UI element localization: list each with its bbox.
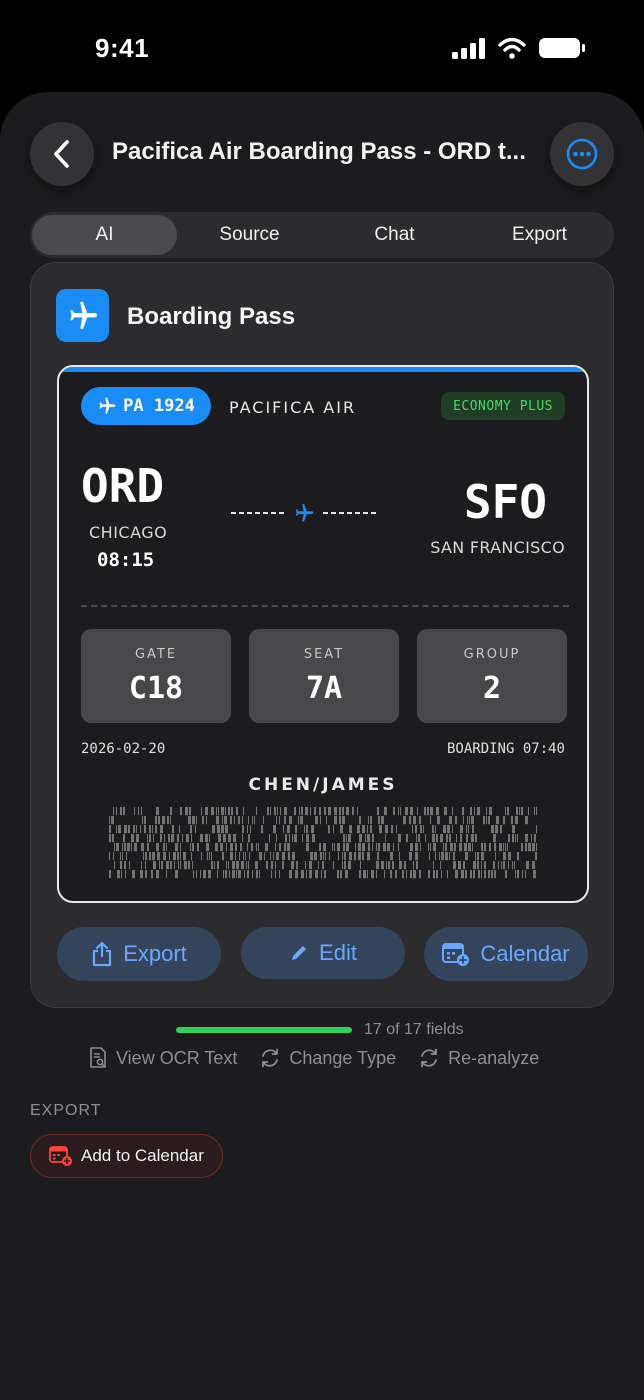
chevron-left-icon bbox=[54, 140, 69, 168]
segmented-tabs: AI Source Chat Export bbox=[30, 212, 614, 258]
card-title: Boarding Pass bbox=[127, 303, 296, 330]
back-button[interactable] bbox=[30, 122, 94, 186]
fields-progress-text: 17 of 17 fields bbox=[364, 1021, 464, 1038]
export-section-label: EXPORT bbox=[30, 1102, 102, 1119]
document-card: Boarding Pass PA 1924 PACIFICA AIR ECONO… bbox=[30, 262, 614, 1008]
barcode bbox=[109, 807, 537, 879]
seat-label: SEAT bbox=[303, 647, 345, 662]
tab-chat[interactable]: Chat bbox=[322, 215, 467, 255]
departure-time: 08:15 bbox=[97, 549, 155, 571]
group-label: GROUP bbox=[463, 647, 521, 662]
passenger-name: CHEN/JAMES bbox=[248, 775, 398, 795]
airplane-icon bbox=[99, 397, 116, 414]
tab-source[interactable]: Source bbox=[177, 215, 322, 255]
boarding-pass: PA 1924 PACIFICA AIR ECONOMY PLUS ORD CH… bbox=[57, 365, 589, 903]
edit-button-label: Edit bbox=[319, 940, 357, 965]
fields-progress-bar bbox=[176, 1027, 352, 1033]
page-title: Pacifica Air Boarding Pass - ORD t... bbox=[112, 138, 526, 165]
document-search-icon bbox=[90, 1047, 106, 1068]
change-type-button[interactable]: Change Type bbox=[259, 1047, 396, 1069]
airplane-icon bbox=[56, 289, 109, 342]
calendar-button-label: Calendar bbox=[480, 941, 570, 966]
fare-class-badge: ECONOMY PLUS bbox=[441, 392, 565, 420]
status-time: 9:41 bbox=[95, 33, 150, 63]
export-button-label: Export bbox=[123, 941, 187, 966]
seat-value: 7A bbox=[305, 671, 343, 706]
destination-code: SFO bbox=[463, 475, 547, 529]
reanalyze-button[interactable]: Re-analyze bbox=[418, 1047, 539, 1069]
calendar-add-icon bbox=[442, 943, 470, 966]
destination-city: SAN FRANCISCO bbox=[430, 538, 565, 557]
gate-value: C18 bbox=[128, 671, 184, 706]
pass-accent-bar bbox=[59, 367, 587, 372]
origin-city: CHICAGO bbox=[89, 523, 168, 542]
export-button[interactable]: Export bbox=[57, 927, 221, 981]
gate-box: GATE C18 bbox=[81, 629, 231, 723]
flight-number: PA 1924 bbox=[123, 396, 195, 416]
share-icon bbox=[93, 941, 112, 967]
add-to-calendar-chip[interactable]: Add to Calendar bbox=[30, 1134, 223, 1178]
wifi-icon bbox=[498, 37, 526, 59]
origin-code: ORD bbox=[81, 459, 165, 513]
group-box: GROUP 2 bbox=[417, 629, 567, 723]
cellular-signal-icon bbox=[452, 38, 485, 59]
group-value: 2 bbox=[482, 671, 502, 706]
pencil-icon bbox=[292, 946, 307, 960]
change-type-label: Change Type bbox=[289, 1047, 397, 1068]
calendar-button[interactable]: Calendar bbox=[424, 927, 588, 981]
boarding-time: BOARDING 07:40 bbox=[446, 741, 565, 757]
more-button[interactable] bbox=[550, 122, 614, 186]
battery-icon bbox=[539, 38, 585, 58]
view-ocr-text-button[interactable]: View OCR Text bbox=[88, 1047, 237, 1069]
status-icons bbox=[452, 36, 586, 60]
pass-divider bbox=[81, 605, 569, 607]
route-line bbox=[231, 503, 379, 522]
ellipsis-circle-icon bbox=[566, 138, 598, 170]
flight-number-badge: PA 1924 bbox=[81, 387, 211, 425]
tab-ai[interactable]: AI bbox=[32, 215, 177, 255]
add-to-calendar-label: Add to Calendar bbox=[81, 1146, 204, 1165]
gate-label: GATE bbox=[134, 647, 178, 662]
flight-date: 2026-02-20 bbox=[81, 741, 166, 757]
view-ocr-text-label: View OCR Text bbox=[116, 1047, 238, 1068]
tool-row: View OCR Text Change Type Re-analyze bbox=[88, 1047, 539, 1069]
calendar-add-icon bbox=[49, 1146, 72, 1166]
detail-sheet: Pacifica Air Boarding Pass - ORD t... AI… bbox=[0, 92, 644, 1400]
refresh-icon bbox=[262, 1048, 279, 1068]
edit-button[interactable]: Edit bbox=[241, 927, 405, 979]
refresh-icon bbox=[421, 1048, 438, 1068]
reanalyze-label: Re-analyze bbox=[448, 1047, 540, 1068]
status-bar: 9:41 bbox=[0, 0, 644, 92]
tab-export[interactable]: Export bbox=[467, 215, 612, 255]
seat-box: SEAT 7A bbox=[249, 629, 399, 723]
airline-name: PACIFICA AIR bbox=[229, 398, 357, 417]
